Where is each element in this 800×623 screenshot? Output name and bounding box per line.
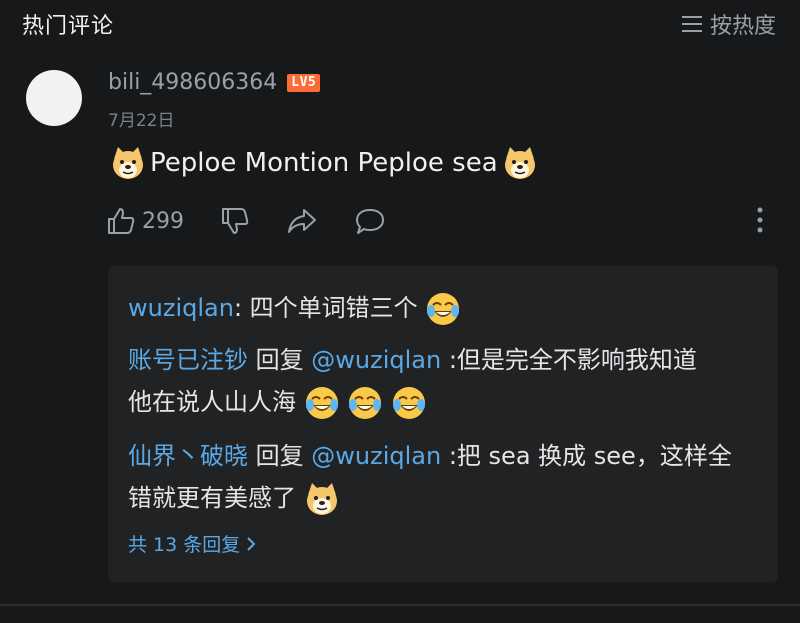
share-button[interactable] — [286, 206, 318, 236]
reply-mention[interactable]: @wuziqlan — [311, 346, 441, 374]
vertical-dots-icon — [757, 207, 763, 233]
reply-mention[interactable]: @wuziqlan — [311, 442, 441, 470]
comment-date: 7月22日 — [108, 111, 175, 131]
reply-author[interactable]: 仙界丶破晓 — [128, 442, 248, 470]
doge-emoji — [504, 147, 535, 179]
like-button[interactable]: 299 — [106, 206, 184, 236]
dislike-button[interactable] — [220, 206, 250, 236]
reply-text: 他在说人山人海 — [128, 388, 296, 416]
reply-text: :但是完全不影响我知道 — [441, 346, 697, 374]
reply-text: 四个单词错三个 — [249, 294, 418, 322]
laugh-cry-emoji — [427, 293, 460, 325]
avatar[interactable] — [26, 70, 82, 126]
comment-actions: 299 — [106, 206, 786, 240]
reply-item[interactable]: 账号已注钞 回复 @wuziqlan :但是完全不影响我知道 — [128, 342, 697, 378]
reply-item-continued[interactable]: 错就更有美感了 — [128, 480, 340, 517]
reply-item[interactable]: wuziqlan: 四个单词错三个 — [128, 290, 461, 327]
more-replies-label: 共 13 条回复 — [128, 534, 241, 556]
view-all-replies-link[interactable]: 共 13 条回复 — [128, 530, 256, 557]
sort-label: 按热度 — [709, 14, 776, 39]
comment-text: Peploe Montion Peploe sea — [110, 145, 538, 181]
reply-item[interactable]: 仙界丶破晓 回复 @wuziqlan :把 sea 换成 see，这样全 — [128, 438, 732, 474]
comment-body: Peploe Montion Peploe sea — [150, 148, 498, 178]
reply-button[interactable] — [354, 206, 386, 236]
reply-author[interactable]: 账号已注钞 — [128, 346, 248, 374]
comment-author[interactable]: bili_498606364 LV5 — [108, 70, 321, 95]
username[interactable]: bili_498606364 — [108, 70, 277, 95]
thumbs-down-icon — [222, 208, 249, 234]
comment-bubble-icon — [356, 209, 384, 234]
menu-lines-icon — [681, 15, 702, 33]
reply-text: :把 sea 换成 see，这样全 — [441, 442, 732, 470]
share-icon — [288, 209, 316, 233]
like-count: 299 — [142, 208, 184, 234]
more-options-button[interactable] — [754, 206, 766, 234]
level-badge: LV5 — [287, 73, 321, 92]
laugh-cry-emoji — [305, 387, 338, 419]
doge-emoji — [113, 147, 143, 179]
doge-emoji — [306, 483, 337, 515]
reply-author[interactable]: wuziqlan — [128, 294, 234, 322]
thumbs-up-icon — [108, 208, 135, 234]
divider — [0, 604, 800, 606]
section-title: 热门评论 — [22, 14, 115, 39]
chevron-right-icon — [247, 536, 256, 551]
laugh-cry-emoji — [349, 387, 382, 419]
laugh-cry-emoji — [392, 387, 425, 419]
sort-by-hot-button[interactable]: 按热度 — [681, 8, 776, 40]
reply-item-continued[interactable]: 他在说人山人海 — [128, 384, 427, 421]
reply-text: 错就更有美感了 — [128, 484, 296, 512]
